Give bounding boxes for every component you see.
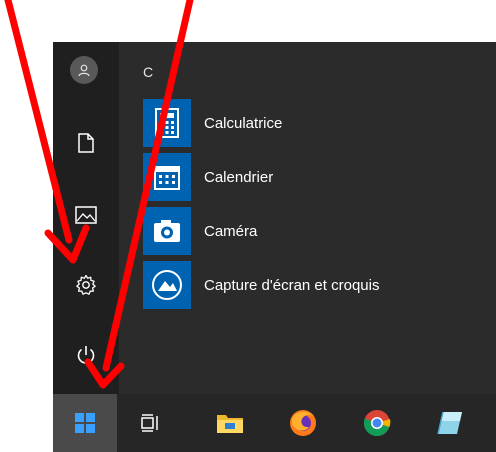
snip-sketch-icon (143, 261, 191, 309)
settings-button[interactable] (53, 262, 119, 308)
app-label: Caméra (204, 222, 258, 240)
taskbar (53, 394, 496, 452)
section-letter[interactable]: C (143, 64, 153, 80)
app-camera[interactable]: Caméra (143, 207, 483, 255)
calculator-icon (143, 99, 191, 147)
power-button[interactable] (53, 332, 119, 378)
app-calculatrice[interactable]: Calculatrice (143, 99, 483, 147)
app-capture-ecran[interactable]: Capture d'écran et croquis (143, 261, 483, 309)
pictures-icon (75, 206, 97, 224)
settings-icon (76, 274, 96, 295)
file-explorer-icon (217, 415, 243, 433)
app-calendrier[interactable]: Calendrier (143, 153, 483, 201)
start-menu: C Calculatrice Calendrier Caméra Capture… (53, 42, 496, 394)
camera-icon (143, 207, 191, 255)
notes-app-button[interactable] (425, 394, 475, 452)
windows-start-icon (75, 413, 95, 433)
firefox-button[interactable] (278, 394, 328, 452)
notes-app-icon (437, 411, 462, 435)
task-view-button[interactable] (125, 394, 175, 452)
chrome-button[interactable] (352, 394, 402, 452)
firefox-icon (290, 410, 316, 436)
task-view-icon (141, 414, 158, 432)
start-button[interactable] (53, 394, 117, 452)
chrome-icon (363, 410, 391, 437)
start-menu-rail (53, 42, 119, 394)
documents-icon (78, 133, 94, 153)
user-avatar-icon[interactable] (70, 56, 98, 84)
power-icon (77, 346, 95, 364)
app-label: Calendrier (204, 168, 274, 186)
pictures-button[interactable] (53, 192, 119, 238)
app-label: Capture d'écran et croquis (204, 276, 380, 294)
documents-button[interactable] (53, 120, 119, 166)
app-label: Calculatrice (204, 114, 283, 132)
calendar-icon (143, 153, 191, 201)
file-explorer-button[interactable] (205, 394, 255, 452)
